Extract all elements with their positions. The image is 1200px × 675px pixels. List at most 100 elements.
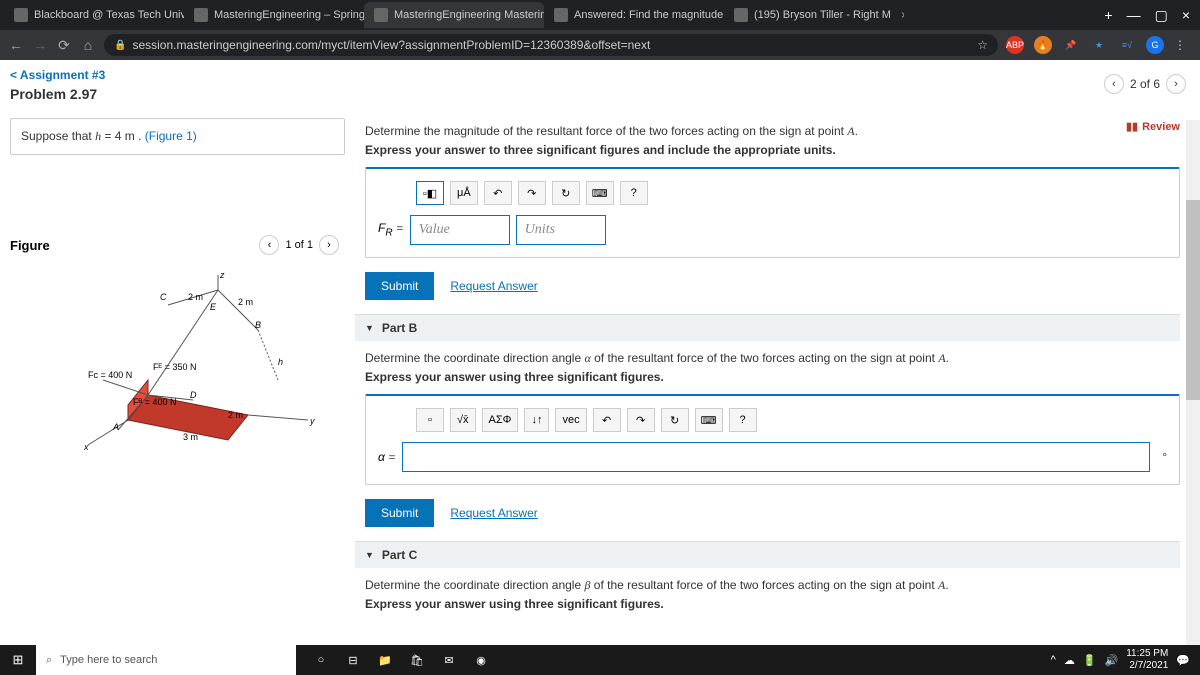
browser-tab-active[interactable]: MasteringEngineering Mastering×	[364, 2, 544, 28]
chevron-down-icon: ▼	[365, 550, 374, 560]
part-b-answer-box: ▫ √x̄ ΑΣΦ ↓↑ vec ↶ ↷ ↻ ⌨ ? α = °	[365, 394, 1180, 485]
breadcrumb[interactable]: < Assignment #3	[0, 60, 1200, 84]
subscript-button[interactable]: ↓↑	[524, 408, 549, 432]
svg-text:C: C	[160, 292, 167, 302]
submit-button[interactable]: Submit	[365, 272, 434, 300]
svg-text:E: E	[210, 302, 217, 312]
template-icon[interactable]: ▫◧	[416, 181, 444, 205]
maximize-icon[interactable]: ▢	[1155, 7, 1168, 24]
part-b-question: Determine the coordinate direction angle…	[365, 351, 1180, 366]
tab-title: Blackboard @ Texas Tech Univer	[34, 9, 184, 21]
svg-text:Fᴱ = 350 N: Fᴱ = 350 N	[153, 362, 196, 372]
svg-text:Fᴄ = 400 N: Fᴄ = 400 N	[88, 370, 132, 380]
minimize-icon[interactable]: —	[1127, 7, 1141, 23]
undo-icon[interactable]: ↶	[593, 408, 621, 432]
cortana-icon[interactable]: ○	[306, 645, 336, 675]
svg-text:3 m: 3 m	[183, 432, 198, 442]
browser-tab[interactable]: (195) Bryson Tiller - Right M×	[724, 2, 904, 28]
problem-title: Problem 2.97	[0, 84, 1200, 112]
tray-icon[interactable]: ☁	[1064, 654, 1075, 667]
menu-icon[interactable]: ⋮	[1174, 38, 1186, 52]
units-button[interactable]: μÅ	[450, 181, 478, 205]
favicon	[14, 8, 28, 22]
svg-text:z: z	[219, 270, 225, 280]
reset-icon[interactable]: ↻	[661, 408, 689, 432]
redo-icon[interactable]: ↷	[518, 181, 546, 205]
part-b-header[interactable]: ▼Part B	[355, 314, 1180, 341]
extension-icon[interactable]: ★	[1090, 36, 1108, 54]
help-icon[interactable]: ?	[620, 181, 648, 205]
battery-icon[interactable]: 🔋	[1083, 654, 1097, 667]
extension-icon[interactable]: 🔥	[1034, 36, 1052, 54]
prev-figure-button[interactable]: ‹	[259, 235, 279, 255]
lock-icon: 🔒	[114, 40, 126, 51]
chevron-down-icon: ▼	[365, 323, 374, 333]
favicon	[194, 8, 208, 22]
figure-image: Fᴄ = 400 N Fᴮ = 400 N Fᴱ = 350 N 2 m 2 m…	[10, 265, 345, 465]
template-icon[interactable]: ▫	[416, 408, 444, 432]
next-figure-button[interactable]: ›	[319, 235, 339, 255]
home-icon[interactable]: ⌂	[80, 37, 96, 53]
svg-text:2 m: 2 m	[188, 292, 203, 302]
review-link[interactable]: ▮▮Review	[1126, 120, 1180, 133]
favicon	[734, 8, 748, 22]
sqrt-button[interactable]: √x̄	[450, 408, 476, 432]
browser-tab[interactable]: MasteringEngineering – Spring 2×	[184, 2, 364, 28]
extension-icon[interactable]: G	[1146, 36, 1164, 54]
vec-button[interactable]: vec	[555, 408, 586, 432]
scroll-thumb[interactable]	[1186, 200, 1200, 400]
volume-icon[interactable]: 🔊	[1105, 654, 1119, 667]
part-b-instruction: Express your answer using three signific…	[365, 370, 1180, 384]
scrollbar[interactable]	[1186, 120, 1200, 645]
chrome-icon[interactable]: ◉	[466, 645, 496, 675]
explorer-icon[interactable]: 📁	[370, 645, 400, 675]
svg-text:h: h	[278, 357, 283, 367]
star-icon[interactable]: ☆	[977, 38, 988, 52]
back-icon[interactable]: ←	[8, 37, 24, 53]
extension-icon[interactable]: ≡√	[1118, 36, 1136, 54]
close-window-icon[interactable]: ×	[1182, 7, 1190, 23]
value-input[interactable]: Value	[410, 215, 510, 245]
extension-icon[interactable]: 📌	[1062, 36, 1080, 54]
help-icon[interactable]: ?	[729, 408, 757, 432]
tab-title: MasteringEngineering Mastering	[394, 9, 544, 21]
new-tab-button[interactable]: +	[1104, 7, 1112, 23]
browser-tab[interactable]: Answered: Find the magnitude o×	[544, 2, 724, 28]
browser-tab[interactable]: Blackboard @ Texas Tech Univer×	[4, 2, 184, 28]
submit-button[interactable]: Submit	[365, 499, 434, 527]
request-answer-link[interactable]: Request Answer	[450, 279, 537, 293]
forward-icon[interactable]: →	[32, 37, 48, 53]
svg-text:x: x	[83, 442, 89, 452]
start-button[interactable]: ⊞	[0, 645, 36, 675]
problem-counter: 2 of 6	[1130, 77, 1160, 91]
undo-icon[interactable]: ↶	[484, 181, 512, 205]
tray-chevron-icon[interactable]: ^	[1051, 654, 1056, 666]
svg-text:Fᴮ = 400 N: Fᴮ = 400 N	[133, 397, 177, 407]
prev-problem-button[interactable]: ‹	[1104, 74, 1124, 94]
keyboard-icon[interactable]: ⌨	[695, 408, 723, 432]
redo-icon[interactable]: ↷	[627, 408, 655, 432]
keyboard-icon[interactable]: ⌨	[586, 181, 614, 205]
close-icon[interactable]: ×	[901, 8, 904, 22]
address-bar[interactable]: 🔒 session.masteringengineering.com/myct/…	[104, 34, 998, 56]
taskbar-clock[interactable]: 11:25 PM 2/7/2021	[1126, 648, 1168, 672]
store-icon[interactable]: 🛍	[402, 645, 432, 675]
mail-icon[interactable]: ✉	[434, 645, 464, 675]
taskbar-search[interactable]: ⌕ Type here to search	[36, 645, 296, 675]
request-answer-link[interactable]: Request Answer	[450, 506, 537, 520]
alpha-input[interactable]	[402, 442, 1150, 472]
task-view-icon[interactable]: ⊟	[338, 645, 368, 675]
reload-icon[interactable]: ⟳	[56, 37, 72, 54]
greek-button[interactable]: ΑΣΦ	[482, 408, 519, 432]
next-problem-button[interactable]: ›	[1166, 74, 1186, 94]
extension-icon[interactable]: ABP	[1006, 36, 1024, 54]
search-icon: ⌕	[46, 654, 52, 667]
notifications-icon[interactable]: 💬	[1176, 654, 1190, 667]
reset-icon[interactable]: ↻	[552, 181, 580, 205]
favicon	[554, 8, 568, 22]
svg-text:B: B	[255, 320, 261, 330]
part-c-header[interactable]: ▼Part C	[355, 541, 1180, 568]
svg-text:2 m: 2 m	[238, 297, 253, 307]
units-input[interactable]: Units	[516, 215, 606, 245]
degree-unit: °	[1162, 450, 1167, 464]
